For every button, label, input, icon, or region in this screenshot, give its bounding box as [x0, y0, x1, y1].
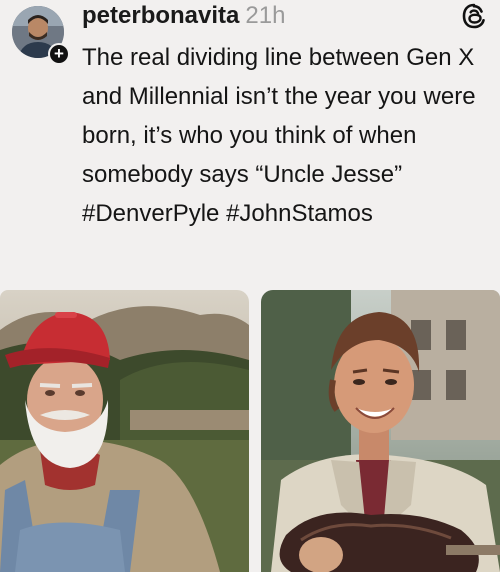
post-image-left[interactable]	[0, 290, 249, 572]
threads-logo-icon	[460, 2, 488, 30]
threads-post: + peterbonavita 21h The real dividing li…	[0, 0, 500, 572]
author-username[interactable]: peterbonavita	[82, 2, 239, 30]
post-body-text: The real dividing line between Gen X and…	[82, 44, 476, 188]
post-image-right[interactable]	[261, 290, 500, 572]
follow-plus-button[interactable]: +	[48, 43, 70, 65]
hashtag-link[interactable]: #JohnStamos	[226, 200, 373, 227]
post-body: The real dividing line between Gen X and…	[82, 38, 494, 233]
post-header: peterbonavita 21h	[82, 2, 285, 34]
post-hashtags: #DenverPyle #JohnStamos	[82, 194, 494, 233]
author-avatar-wrap[interactable]: +	[12, 6, 70, 65]
hashtag-link[interactable]: #DenverPyle	[82, 200, 219, 227]
post-timestamp: 21h	[245, 2, 286, 29]
